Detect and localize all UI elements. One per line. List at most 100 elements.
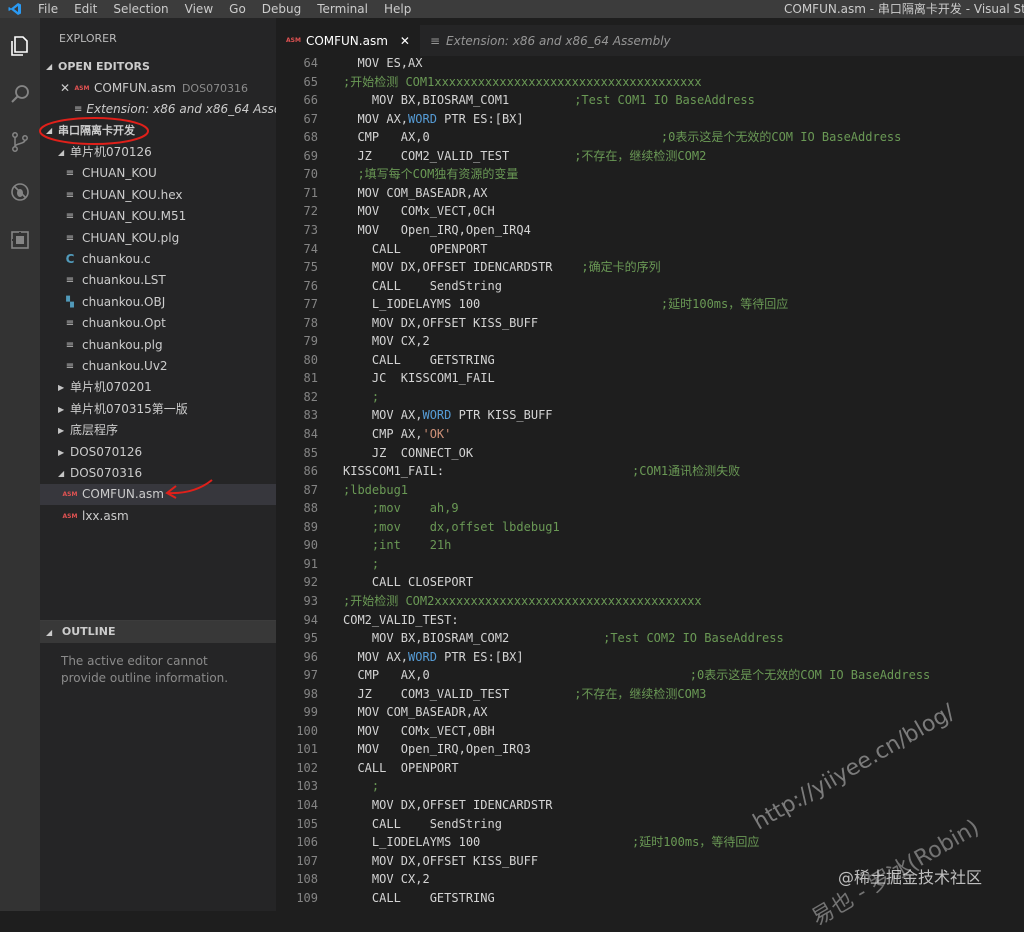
code-text: MOV COM_BASEADR,AX (343, 703, 487, 721)
outline-header[interactable]: ◢ OUTLINE (40, 621, 276, 643)
tree-file[interactable]: ≡ chuankou.plg (40, 335, 298, 356)
line-number: 69 (303, 149, 318, 163)
menu-file[interactable]: File (30, 0, 66, 18)
tree-file[interactable]: ≡ CHUAN_KOU.M51 (40, 206, 298, 227)
code-token: PTR ES:[BX] (436, 112, 524, 126)
tab-comfun[interactable]: ASM COMFUN.asm ✕ (276, 25, 420, 56)
code-line: 66 MOV BX,BIOSRAM_COM1 ;Test COM1 IO Bas… (276, 91, 1024, 109)
code-token: MOV CX,2 (343, 872, 430, 886)
tab-extension[interactable]: ≡ Extension: x86 and x86_64 Assembly (420, 25, 681, 56)
explorer-sidebar: EXPLORER ◢ OPEN EDITORS ✕ ASM COMFUN.asm… (40, 18, 298, 912)
open-editor-detail: DOS070316 (181, 82, 249, 95)
code-editor[interactable]: 64 MOV ES,AX 65 ;开始检测 COM1xxxxxxxxxxxxxxxx… (276, 56, 1024, 911)
code-text: ;填写每个COM独有资源的变量 (343, 165, 518, 183)
code-line: 68 CMP AX,0 ;0表示这是个无效的COM IO BaseAddress (276, 128, 1024, 146)
code-token: JZ CONNECT_OK (343, 446, 474, 460)
juejin-watermark: @稀土掘金技术社区 (838, 868, 983, 887)
tree-item-label: 底层程序 (70, 423, 119, 437)
code-comment: ; (343, 390, 380, 404)
code-line: 87 ;lbdebug1 (276, 481, 1024, 499)
code-line: 90 ;int 21h (276, 536, 1024, 554)
debug-icon[interactable] (4, 176, 36, 208)
code-token: CALL GETSTRING (343, 353, 495, 367)
code-line: 81 JC KISSCOM1_FAIL (276, 369, 1024, 387)
tree-file[interactable]: ≡ chuankou.Opt (40, 313, 298, 334)
menu-view[interactable]: View (177, 0, 221, 18)
outline-panel: ◢ OUTLINE The active editor cannot provi… (40, 620, 276, 912)
close-icon[interactable]: ✕ (60, 78, 74, 99)
extensions-icon[interactable] (4, 224, 36, 256)
files-icon[interactable] (4, 30, 36, 62)
tree-file[interactable]: ≡ CHUAN_KOU (40, 163, 298, 184)
menu-edit[interactable]: Edit (66, 0, 105, 18)
line-number: 90 (303, 538, 318, 552)
line-number: 81 (303, 371, 318, 385)
menu-terminal[interactable]: Terminal (309, 0, 376, 18)
code-text: MOV AX,WORD PTR ES:[BX] (343, 110, 524, 128)
source-control-icon[interactable] (4, 126, 36, 158)
tree-item-label: chuankou.OBJ (82, 295, 166, 309)
code-line: 97 CMP AX,0 ;0表示这是个无效的COM IO BaseAddress (276, 666, 1024, 684)
menu-bar: File Edit Selection View Go Debug Terminal Help… (0, 0, 1024, 18)
line-number: 80 (303, 353, 318, 367)
code-token: CALL OPENPORT (343, 242, 488, 256)
code-token: CMP AX,0 (343, 668, 690, 682)
code-text: CALL OPENPORT (343, 240, 488, 258)
tree-folder[interactable]: ▶ 单片机070315第一版 (40, 399, 294, 420)
code-text: CALL GETSTRING (343, 351, 495, 369)
menu-selection[interactable]: Selection (105, 0, 176, 18)
line-number: 66 (303, 93, 318, 107)
code-line: 110 JC KISSCOM2_FAIL (276, 907, 1024, 911)
code-line: 82 ; (276, 388, 1024, 406)
menu-go[interactable]: Go (221, 0, 254, 18)
tree-folder[interactable]: ▶ DOS070126 (40, 442, 294, 463)
tree-file[interactable]: ASM lxx.asm (40, 506, 298, 527)
code-comment: ;int 21h (343, 538, 452, 552)
code-comment: ;0表示这是个无效的COM IO BaseAddress (660, 130, 902, 144)
tree-file[interactable]: ≡ chuankou.Uv2 (40, 356, 298, 377)
code-token: MOV AX, (343, 650, 409, 664)
code-token: MOV DX,OFFSET KISS_BUFF (343, 854, 539, 868)
line-number: 65 (303, 75, 318, 89)
code-line: 92 CALL CLOSEPORT (276, 573, 1024, 591)
code-text: CMP AX,0 ;0表示这是个无效的COM IO BaseAddress (343, 666, 930, 684)
line-number: 94 (303, 613, 318, 627)
code-comment: ;延时100ms，等待回应 (660, 297, 789, 311)
close-icon[interactable]: ✕ (400, 34, 410, 48)
code-token: MOV AX, (343, 112, 409, 126)
line-number: 71 (303, 186, 318, 200)
menu-debug[interactable]: Debug (254, 0, 309, 18)
code-text: MOV DX,OFFSET IDENCARDSTR ;确定卡的序列 (343, 258, 661, 276)
search-icon[interactable] (4, 78, 36, 110)
tree-item-label: CHUAN_KOU.plg (82, 231, 180, 245)
code-text: JZ COM2_VALID_TEST ;不存在，继续检测COM2 (343, 147, 706, 165)
tree-file[interactable]: ▚ chuankou.OBJ (40, 292, 298, 313)
code-token: MOV Open_IRQ,Open_IRQ3 (343, 742, 531, 756)
code-line: 109 CALL GETSTRING (276, 889, 1024, 907)
tree-file[interactable]: Cchuankou.c (40, 249, 298, 270)
chevron-down-icon: ◢ (46, 62, 53, 71)
activity-bar (0, 18, 40, 911)
code-text: ;mov ah,9 (343, 499, 459, 517)
line-number: 84 (303, 427, 318, 441)
tree-folder[interactable]: ▶ 底层程序 (40, 420, 294, 441)
code-comment: ;开始检测 COM2xxxxxxxxxxxxxxxxxxxxxxxxxxxxxx… (343, 594, 702, 608)
code-line: 80 CALL GETSTRING (276, 351, 1024, 369)
code-token: PTR ES:[BX] (436, 650, 524, 664)
code-line: 88 ;mov ah,9 (276, 499, 1024, 517)
code-token: CALL CLOSEPORT (343, 575, 474, 589)
code-line: 67 MOV AX,WORD PTR ES:[BX] (276, 110, 1024, 128)
tree-file[interactable]: ≡ CHUAN_KOU.plg (40, 228, 298, 249)
open-editor-item-comfun[interactable]: ✕ ASM COMFUN.asm DOS070316 (40, 78, 296, 99)
menu-help[interactable]: Help (376, 0, 419, 18)
line-number: 73 (303, 223, 318, 237)
asm-file-icon: ASM (62, 513, 78, 520)
open-editors-header[interactable]: ◢ OPEN EDITORS (40, 56, 276, 78)
tree-file[interactable]: ≡ chuankou.LST (40, 270, 298, 291)
code-token: MOV COM_BASEADR,AX (343, 186, 488, 200)
code-token: MOV COMx_VECT,0CH (343, 204, 495, 218)
code-line: 103 ; (276, 777, 1024, 795)
tree-folder[interactable]: ▶ 单片机070201 (40, 377, 294, 398)
code-line: 99 MOV COM_BASEADR,AX (276, 703, 1024, 721)
tree-file[interactable]: ≡ CHUAN_KOU.hex (40, 185, 298, 206)
